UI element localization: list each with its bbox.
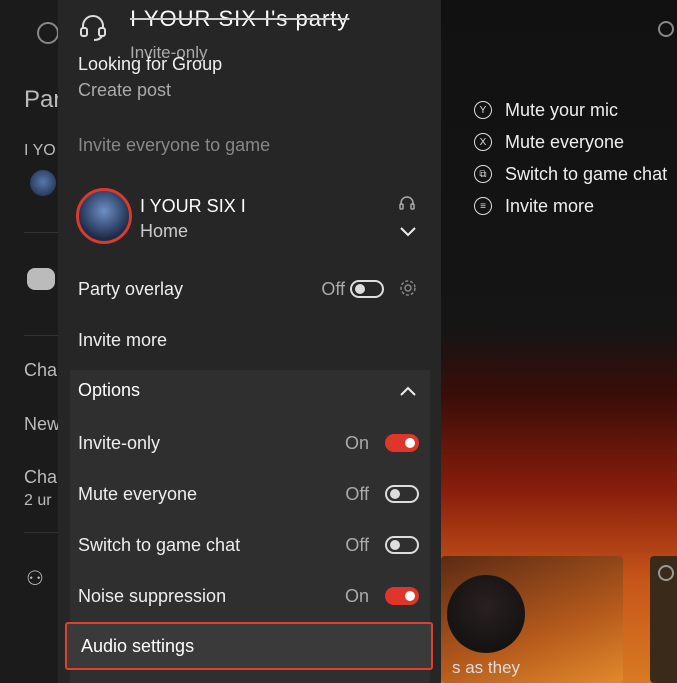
bg-chat-fragment: Cha — [24, 360, 58, 380]
option-label: Noise suppression — [78, 585, 227, 606]
bg-card-caption: s as they — [452, 658, 521, 677]
bg-new-fragment: New — [24, 414, 61, 434]
chevron-down-icon[interactable] — [399, 222, 417, 240]
hint-label: Switch to game chat — [505, 163, 668, 184]
view-button-icon: ⧉ — [474, 165, 492, 183]
option-state: On — [344, 432, 369, 453]
option-label: Mute everyone — [78, 483, 198, 504]
hint-label: Mute your mic — [505, 99, 619, 120]
member-name[interactable]: I YOUR SIX I — [140, 196, 246, 217]
party-overlay-toggle[interactable] — [350, 280, 384, 298]
chevron-up-icon[interactable] — [399, 383, 417, 401]
xbox-logo-icon — [658, 21, 674, 37]
options-header[interactable]: Options — [78, 380, 140, 401]
option-state: Off — [345, 483, 369, 504]
avatar[interactable] — [76, 188, 132, 244]
option-label: Switch to game chat — [78, 534, 241, 555]
noise-suppression-toggle[interactable] — [385, 587, 419, 605]
bg-count-fragment: 2 ur — [24, 492, 52, 509]
hint-switch-game-chat: ⧉ Switch to game chat — [474, 158, 667, 190]
switch-game-chat-row[interactable]: Switch to game chat Off — [78, 525, 419, 565]
invite-only-row[interactable]: Invite-only On — [78, 423, 419, 463]
looking-for-group-title: Looking for Group — [78, 54, 223, 74]
hint-invite-more: ≡ Invite more — [474, 190, 667, 222]
headset-icon — [399, 196, 415, 210]
xbox-logo-icon — [37, 22, 59, 44]
headset-icon — [80, 15, 106, 41]
member-status: Home — [140, 221, 189, 241]
party-overlay-label: Party overlay — [78, 278, 184, 299]
x-button-icon: X — [474, 133, 492, 151]
button-hints: Y Mute your mic X Mute everyone ⧉ Switch… — [474, 94, 667, 222]
option-label: Invite-only — [78, 432, 161, 453]
bg-card-avatar — [447, 575, 525, 653]
mute-everyone-row[interactable]: Mute everyone Off — [78, 474, 419, 514]
y-button-icon: Y — [474, 101, 492, 119]
bg-avatar — [30, 170, 56, 196]
invite-only-toggle[interactable] — [385, 434, 419, 452]
bg-member-fragment: I YO — [24, 142, 56, 159]
menu-button-icon: ≡ — [474, 197, 492, 215]
hint-label: Invite more — [505, 195, 595, 216]
option-state: On — [344, 585, 369, 606]
option-state: Off — [345, 534, 369, 555]
party-overlay-state: Off — [321, 278, 345, 299]
bg-heading-fragment: Par — [24, 86, 62, 113]
audio-settings-label: Audio settings — [81, 635, 195, 656]
switch-game-chat-toggle[interactable] — [385, 536, 419, 554]
party-title: I YOUR SIX I's party — [130, 6, 350, 31]
mute-everyone-toggle[interactable] — [385, 485, 419, 503]
xbox-logo-icon — [658, 565, 674, 581]
invite-more-label: Invite more — [78, 329, 168, 350]
hint-mute-everyone: X Mute everyone — [474, 126, 667, 158]
bg-person-icon: ⚇ — [26, 568, 44, 590]
divider — [24, 232, 58, 233]
divider — [24, 335, 58, 336]
hint-mute-mic: Y Mute your mic — [474, 94, 667, 126]
divider — [24, 532, 58, 533]
noise-suppression-row[interactable]: Noise suppression On — [78, 576, 419, 616]
party-overlay-row[interactable]: Party overlay Off — [78, 269, 421, 309]
bg-chat-fragment-2: Cha — [24, 467, 58, 487]
party-panel: I YOUR SIX I's party Invite-only Looking… — [58, 0, 441, 683]
audio-settings-button[interactable]: Audio settings — [65, 622, 433, 670]
discord-icon — [27, 268, 55, 290]
hint-label: Mute everyone — [505, 131, 625, 152]
invite-everyone-button[interactable]: Invite everyone to game — [78, 135, 270, 156]
gear-icon[interactable] — [398, 278, 418, 298]
invite-more-button[interactable]: Invite more — [78, 320, 421, 360]
create-post-link[interactable]: Create post — [78, 80, 171, 101]
